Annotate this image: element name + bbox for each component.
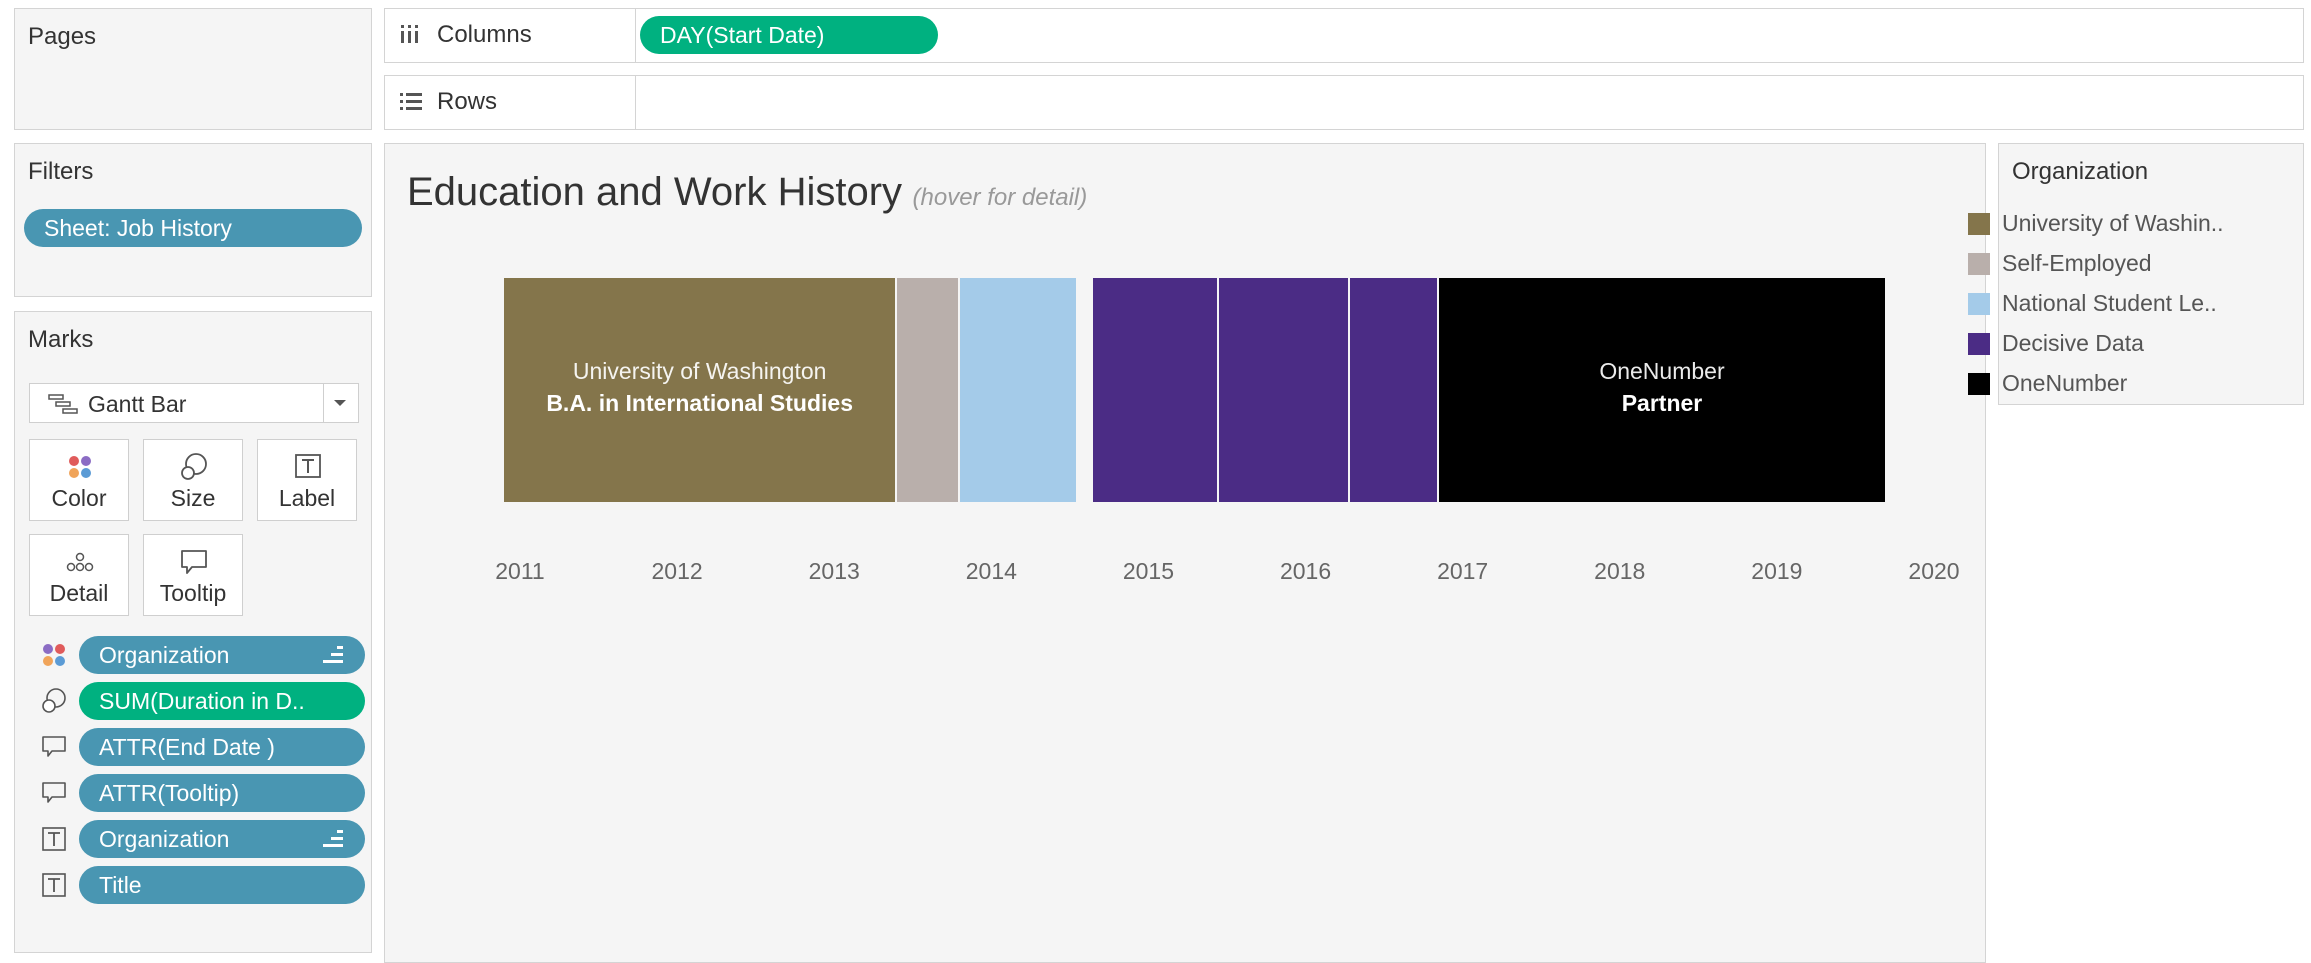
bar-title-label: B.A. in International Studies (546, 390, 854, 416)
text-label-icon (42, 827, 66, 851)
columns-shelf[interactable]: Columns DAY(Start Date) (384, 8, 2304, 63)
x-tick-label: 2018 (1594, 558, 1646, 584)
columns-icon (401, 25, 418, 43)
legend-label: National Student Le.. (2002, 290, 2217, 316)
size-circles-icon (181, 453, 207, 480)
sheet-subtitle: (hover for detail) (912, 184, 1088, 211)
marks-card: Marks Gantt Bar Color Size Label Detail … (14, 311, 372, 953)
gantt-bar[interactable] (1349, 278, 1438, 502)
gantt-bar[interactable]: OneNumber Partner (1439, 278, 1885, 502)
size-circles-icon (42, 688, 66, 713)
field-pill-end-date-tooltip[interactable]: ATTR(End Date ) (79, 728, 365, 766)
color-dots-icon (69, 456, 91, 478)
bar-organization-label: OneNumber (1599, 358, 1725, 384)
rows-icon (400, 93, 422, 110)
legend-swatch (1968, 253, 1990, 275)
size-button-label: Size (170, 485, 216, 511)
legend-swatch (1968, 213, 1990, 235)
columns-label: Columns (437, 21, 532, 48)
color-dots-icon (43, 644, 65, 666)
gantt-bar-icon (48, 394, 78, 414)
column-pill-start-date[interactable]: DAY(Start Date) (640, 16, 938, 54)
x-tick-label: 2011 (495, 558, 545, 584)
field-pill-tooltip-tooltip[interactable]: ATTR(Tooltip) (79, 774, 365, 812)
gantt-bar[interactable] (959, 278, 1076, 502)
field-pill-organization-label[interactable]: Organization (79, 820, 365, 858)
gantt-bar[interactable] (1219, 278, 1348, 502)
size-button[interactable]: Size (143, 439, 243, 521)
detail-button-label: Detail (49, 580, 109, 606)
label-button[interactable]: Label (257, 439, 357, 521)
color-button-label: Color (51, 485, 107, 511)
mark-type-label: Gantt Bar (88, 391, 187, 417)
legend-label: Self-Employed (2002, 250, 2152, 276)
sort-icon (323, 830, 343, 848)
text-label-icon (42, 873, 66, 897)
detail-button[interactable]: Detail (29, 534, 129, 616)
legend-label: OneNumber (2002, 370, 2128, 396)
mark-type-dropdown[interactable]: Gantt Bar (29, 383, 359, 423)
marks-title: Marks (28, 326, 94, 353)
legend-swatch (1968, 333, 1990, 355)
gantt-bar[interactable] (897, 278, 958, 502)
x-tick-label: 2012 (651, 558, 703, 584)
chevron-down-icon[interactable] (332, 398, 348, 408)
x-tick-label: 2019 (1751, 558, 1803, 584)
gantt-bar[interactable]: University of Washington B.A. in Internat… (504, 278, 896, 502)
legend-label: University of Washin.. (2002, 210, 2224, 236)
sort-icon (323, 646, 343, 664)
bar-title-label: Partner (1621, 390, 1703, 416)
legend-swatch (1968, 373, 1990, 395)
tooltip-button-label: Tooltip (159, 580, 227, 606)
x-tick-label: 2020 (1908, 558, 1960, 584)
gantt-bar[interactable] (1093, 278, 1218, 502)
x-tick-label: 2014 (965, 558, 1017, 584)
bar-organization-label: University of Washington (572, 358, 827, 384)
filters-title: Filters (28, 158, 94, 185)
sheet-title: Education and Work History (hover for de… (407, 170, 1087, 215)
pages-card[interactable]: Pages (14, 8, 372, 130)
filters-card[interactable]: Filters Sheet: Job History (14, 143, 372, 297)
x-tick-label: 2016 (1279, 558, 1332, 584)
detail-dots-icon (66, 552, 94, 572)
text-label-icon (295, 454, 321, 478)
tooltip-bubble-icon (181, 550, 207, 574)
field-pill-organization-color[interactable]: Organization (79, 636, 365, 674)
tooltip-bubble-icon (42, 782, 66, 803)
tooltip-bubble-icon (42, 736, 66, 757)
legend-label: Decisive Data (2002, 330, 2144, 356)
sheet-title-text: Education and Work History (407, 170, 903, 214)
field-pill-title-label[interactable]: Title (79, 866, 365, 904)
x-tick-label: 2013 (808, 558, 860, 584)
label-button-label: Label (278, 485, 336, 511)
view-area[interactable]: Education and Work History (hover for de… (384, 143, 1986, 963)
x-tick-label: 2015 (1122, 558, 1175, 584)
color-button[interactable]: Color (29, 439, 129, 521)
legend-title: Organization (2012, 158, 2149, 185)
legend-swatch (1968, 293, 1990, 315)
rows-label: Rows (437, 88, 498, 115)
tooltip-button[interactable]: Tooltip (143, 534, 243, 616)
field-pill-duration-size[interactable]: SUM(Duration in D.. (79, 682, 365, 720)
pages-title: Pages (28, 23, 97, 50)
filter-pill-job-history[interactable]: Sheet: Job History (24, 209, 362, 247)
rows-shelf[interactable]: Rows (384, 75, 2304, 130)
x-tick-label: 2017 (1437, 558, 1489, 584)
